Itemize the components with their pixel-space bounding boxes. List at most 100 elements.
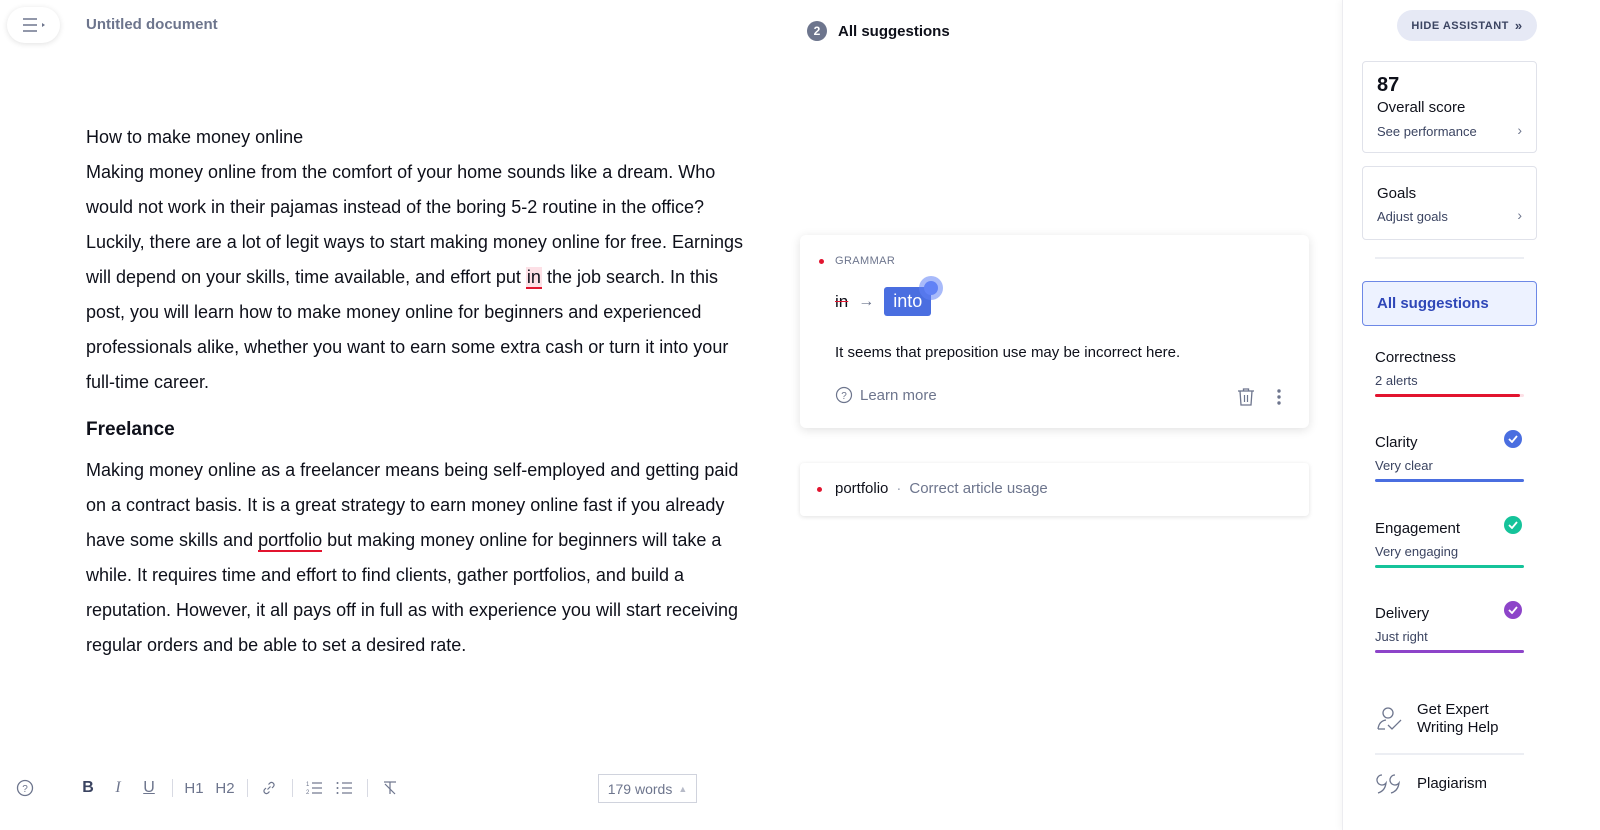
help-circle-icon: ? xyxy=(835,386,853,404)
suggestion-card-article[interactable]: portfolio · Correct article usage xyxy=(800,463,1309,516)
metric-name: Delivery xyxy=(1375,605,1430,622)
pulse-indicator-icon xyxy=(919,276,944,300)
trash-icon xyxy=(1238,388,1254,406)
intro-paragraph: Making money online from the comfort of … xyxy=(86,162,743,392)
link-button[interactable] xyxy=(258,776,280,800)
metric-name: Engagement xyxy=(1375,520,1461,537)
metric-progress-fill xyxy=(1375,479,1524,482)
toolbar-divider xyxy=(367,779,368,797)
check-circle-icon xyxy=(1504,516,1522,534)
metric-engagement[interactable]: Engagement Very engaging xyxy=(1375,516,1524,586)
sidebar-divider xyxy=(1375,257,1524,259)
adjust-goals-link: Adjust goals xyxy=(1377,209,1448,224)
svg-text:2: 2 xyxy=(306,790,310,796)
menu-button[interactable] xyxy=(7,7,60,43)
expert-help-link[interactable]: Get Expert Writing Help xyxy=(1375,701,1498,737)
dismiss-button[interactable] xyxy=(1237,387,1255,412)
metric-status: Just right xyxy=(1375,629,1428,644)
flagged-word: portfolio xyxy=(835,480,889,497)
suggestion-category: GRAMMAR xyxy=(835,255,896,267)
chevron-right-icon: › xyxy=(1517,207,1522,223)
learn-more-link[interactable]: ? Learn more xyxy=(835,386,937,404)
link-icon xyxy=(263,781,275,795)
suggestion-count-badge: 2 xyxy=(807,21,827,41)
metric-name: Clarity xyxy=(1375,434,1418,451)
metric-correctness[interactable]: Correctness 2 alerts xyxy=(1375,349,1524,415)
quote-icon xyxy=(1376,774,1400,794)
bullet-list-button[interactable] xyxy=(333,776,355,800)
toolbar-divider xyxy=(247,779,248,797)
bullet-list-icon xyxy=(336,782,352,794)
replacement-row: in → into xyxy=(835,276,944,316)
suggestion-description: Correct article usage xyxy=(909,480,1048,497)
metric-progress-fill xyxy=(1375,565,1524,568)
section-heading-freelance: Freelance xyxy=(86,419,175,440)
sidebar-divider xyxy=(1375,753,1524,755)
see-performance-link: See performance xyxy=(1377,124,1477,139)
suggestion-summary: portfolio · Correct article usage xyxy=(835,480,1048,497)
metric-delivery[interactable]: Delivery Just right xyxy=(1375,601,1524,671)
metric-progress-bar xyxy=(1375,565,1524,568)
expert-person-icon xyxy=(1377,707,1402,730)
heading1-button[interactable]: H1 xyxy=(182,776,206,800)
metric-name: Correctness xyxy=(1375,349,1456,366)
formatting-toolbar: ? B I U H1 H2 1 2 179 words ▲ xyxy=(0,770,760,806)
svg-text:?: ? xyxy=(841,391,847,402)
alert-dot-icon xyxy=(817,487,822,492)
ordered-list-button[interactable]: 1 2 xyxy=(303,776,325,800)
help-circle-icon: ? xyxy=(16,779,34,797)
alert-dot-icon xyxy=(819,259,824,264)
toolbar-divider xyxy=(292,779,293,797)
ordered-list-icon: 1 2 xyxy=(306,782,322,796)
freelance-paragraph: Making money online as a freelancer mean… xyxy=(86,460,739,655)
suggestion-message: It seems that preposition use may be inc… xyxy=(835,344,1181,361)
document-title-line: How to make money online xyxy=(86,127,304,147)
arrow-right-icon: → xyxy=(858,292,875,310)
suggestions-title: All suggestions xyxy=(838,22,950,40)
accept-replacement-button[interactable]: into xyxy=(884,276,944,316)
expert-help-label: Get Expert Writing Help xyxy=(1417,701,1499,736)
plagiarism-link[interactable]: Plagiarism xyxy=(1375,771,1487,797)
word-count-button[interactable]: 179 words ▲ xyxy=(598,774,697,803)
more-vertical-icon xyxy=(1277,389,1281,405)
metric-progress-bar xyxy=(1375,394,1524,397)
all-suggestions-filter[interactable]: All suggestions xyxy=(1362,281,1537,326)
goals-card[interactable]: Goals Adjust goals › xyxy=(1362,166,1537,240)
clear-format-icon xyxy=(384,781,396,795)
flagged-word-portfolio[interactable]: portfolio xyxy=(258,530,323,552)
metric-status: Very clear xyxy=(1375,458,1433,473)
heading2-button[interactable]: H2 xyxy=(213,776,237,800)
check-circle-icon xyxy=(1504,601,1522,619)
metric-progress-fill xyxy=(1375,650,1524,653)
toolbar-divider xyxy=(172,779,173,797)
chevron-right-icon: › xyxy=(1517,122,1522,138)
assistant-sidebar: HIDE ASSISTANT » 87 Overall score See pe… xyxy=(1342,0,1600,830)
svg-text:1: 1 xyxy=(306,782,310,788)
suggestion-card-grammar[interactable]: GRAMMAR in → into It seems that preposit… xyxy=(800,235,1309,428)
help-button[interactable]: ? xyxy=(14,776,36,800)
hide-assistant-button[interactable]: HIDE ASSISTANT » xyxy=(1397,10,1537,41)
document-editor[interactable]: How to make money online Making money on… xyxy=(86,120,746,663)
metric-progress-fill xyxy=(1375,394,1520,397)
metric-status: 2 alerts xyxy=(1375,373,1418,388)
plagiarism-label: Plagiarism xyxy=(1417,775,1488,792)
original-word: in xyxy=(835,291,849,311)
svg-text:?: ? xyxy=(22,784,28,795)
metric-progress-bar xyxy=(1375,479,1524,482)
clear-format-button[interactable] xyxy=(379,776,401,800)
metric-status: Very engaging xyxy=(1375,544,1459,559)
hamburger-menu-icon xyxy=(22,18,45,32)
overall-score-label: Overall score xyxy=(1377,99,1466,116)
underline-button[interactable]: U xyxy=(139,776,159,800)
overall-score-card[interactable]: 87 Overall score See performance › xyxy=(1362,61,1537,153)
metric-progress-bar xyxy=(1375,650,1524,653)
word-count-label: 179 words xyxy=(607,780,673,797)
italic-button[interactable]: I xyxy=(108,776,128,800)
more-options-button[interactable] xyxy=(1276,387,1282,412)
metric-clarity[interactable]: Clarity Very clear xyxy=(1375,430,1524,500)
caret-up-icon: ▲ xyxy=(678,783,688,794)
bold-button[interactable]: B xyxy=(78,776,98,800)
flagged-word-in[interactable]: in xyxy=(525,267,542,289)
double-chevron-right-icon: » xyxy=(1514,18,1523,33)
document-title[interactable]: Untitled document xyxy=(86,16,218,33)
